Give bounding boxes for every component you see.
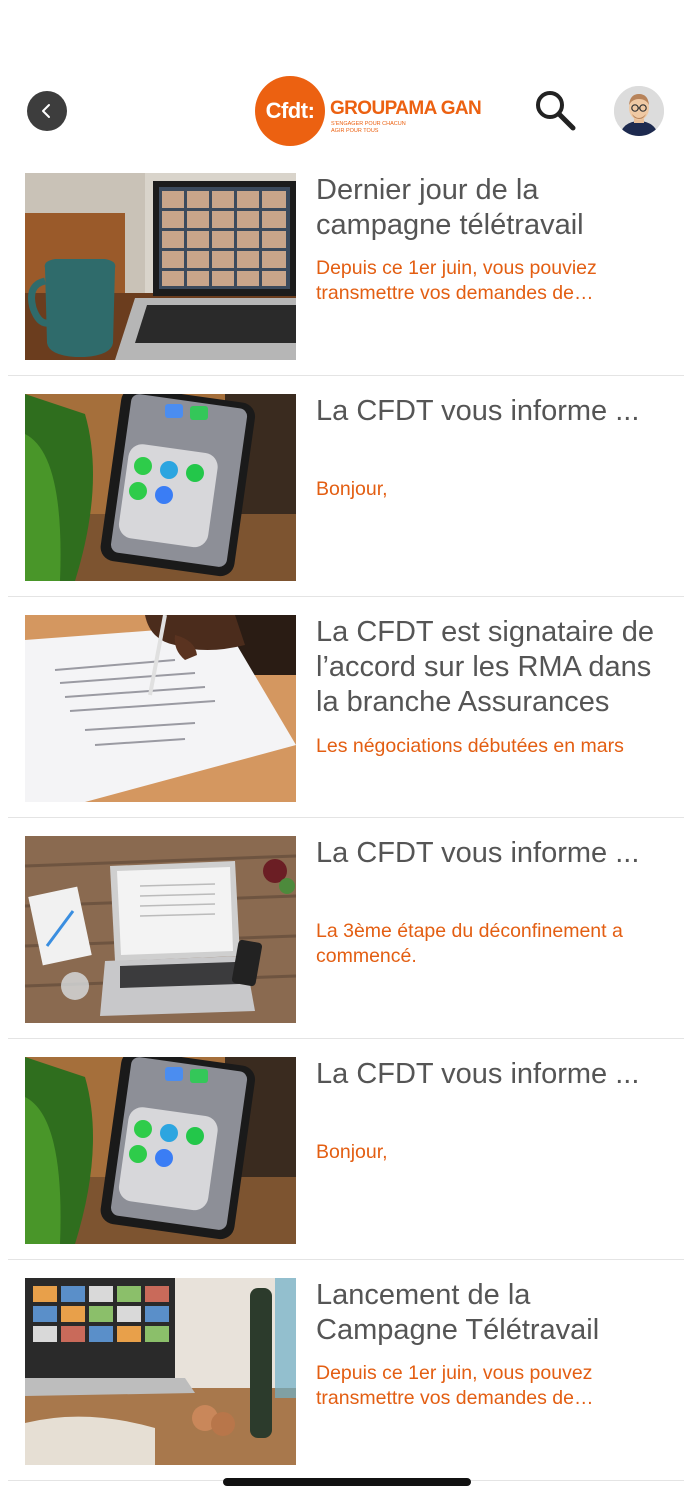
cfdt-logo[interactable]: Cfdt: GROUPAMA GAN S'ENGAGER POUR CHACUN… <box>255 76 482 146</box>
article-excerpt: Bonjour, <box>316 478 388 500</box>
article-excerpt: Les négociations débutées en mars <box>316 735 624 757</box>
article-item[interactable]: La CFDT vous informe ... Bonjour, <box>0 391 693 612</box>
article-title: Dernier jour de la campagne télétravail <box>316 174 584 241</box>
article-list: Dernier jour de la campagne télétravail … <box>0 170 693 1496</box>
app-header: Cfdt: GROUPAMA GAN S'ENGAGER POUR CHACUN… <box>0 0 693 170</box>
logo-tagline-1: S'ENGAGER POUR CHACUN <box>331 121 406 127</box>
chevron-left-icon <box>42 104 50 118</box>
user-avatar[interactable] <box>614 86 664 136</box>
divider <box>8 375 684 376</box>
search-icon <box>536 91 576 131</box>
logo-name: GROUPAMA GAN <box>330 98 482 119</box>
article-excerpt: Bonjour, <box>316 1141 388 1163</box>
article-thumbnail <box>25 173 296 360</box>
article-title: La CFDT vous informe ... <box>316 1058 640 1090</box>
divider <box>8 817 684 818</box>
logo-mark: Cfdt: <box>255 76 325 146</box>
article-title: La CFDT est signataire de l’accord sur l… <box>316 616 654 718</box>
article-title: La CFDT vous informe ... <box>316 837 640 869</box>
article-title: La CFDT vous informe ... <box>316 395 640 427</box>
home-indicator[interactable] <box>223 1478 471 1486</box>
logo-tagline-2: AGIR POUR TOUS <box>331 128 379 134</box>
divider <box>8 1259 684 1260</box>
article-thumbnail <box>25 1057 296 1244</box>
article-item[interactable]: Lancement de la Campagne Télétravail Dep… <box>0 1275 693 1496</box>
article-thumbnail <box>25 615 296 802</box>
article-thumbnail <box>25 394 296 581</box>
divider <box>8 596 684 597</box>
article-item[interactable]: La CFDT vous informe ... La 3ème étape d… <box>0 833 693 1054</box>
article-excerpt: Depuis ce 1er juin, vous pouviez transme… <box>316 257 597 304</box>
article-item[interactable]: La CFDT est signataire de l’accord sur l… <box>0 612 693 833</box>
article-item[interactable]: La CFDT vous informe ... Bonjour, <box>0 1054 693 1275</box>
search-button[interactable] <box>533 88 577 132</box>
article-thumbnail <box>25 836 296 1023</box>
back-button[interactable] <box>27 91 67 131</box>
article-thumbnail <box>25 1278 296 1465</box>
article-excerpt: La 3ème étape du déconfinement a commenc… <box>316 920 623 967</box>
divider <box>8 1038 684 1039</box>
avatar-icon <box>614 86 664 136</box>
article-title: Lancement de la Campagne Télétravail <box>316 1279 600 1346</box>
article-item[interactable]: Dernier jour de la campagne télétravail … <box>0 170 693 391</box>
article-excerpt: Depuis ce 1er juin, vous pouvez transmet… <box>316 1362 593 1409</box>
